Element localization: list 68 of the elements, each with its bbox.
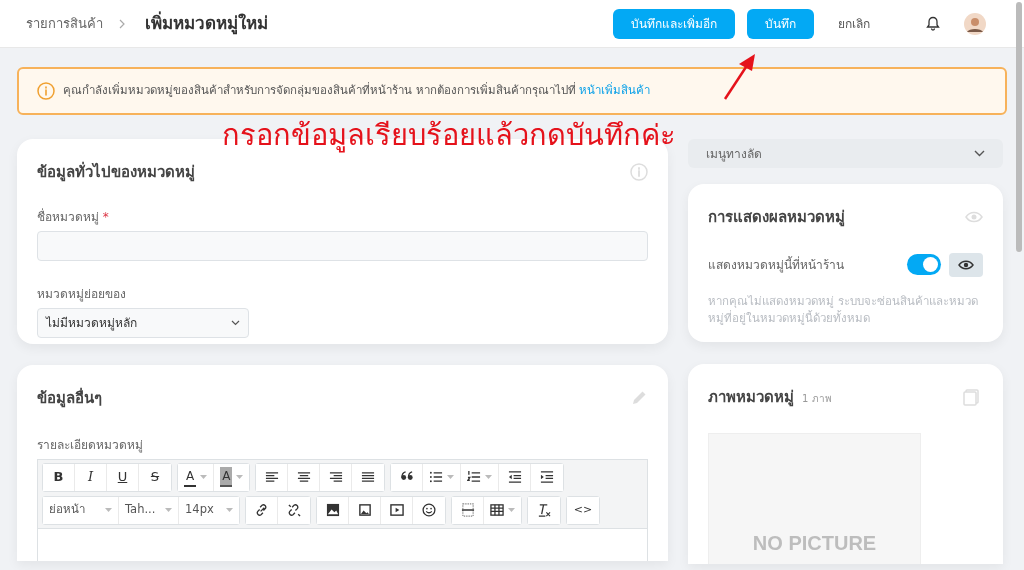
image-icon [325,503,340,517]
required-mark: * [102,209,109,224]
info-icon [630,163,648,182]
page-title: เพิ่มหมวดหมู่ใหม่ [145,10,268,37]
smiley-icon [422,503,436,517]
indent-icon [540,470,555,484]
annotation-arrow [722,52,758,102]
avatar[interactable] [964,12,986,35]
unlink-icon [287,503,301,517]
card-title: ข้อมูลทั่วไปของหมวดหมู่ [37,161,195,184]
bullet-list-icon [429,470,444,484]
clear-format-button[interactable] [528,496,560,524]
image-icon [357,503,372,517]
caret-icon [165,508,172,512]
link-button[interactable] [246,496,278,524]
align-justify-icon [361,470,376,484]
chevron-icon [119,18,125,29]
image-count: 1 ภาพ [802,392,832,406]
hr-button[interactable] [452,496,484,524]
field-label: หมวดหมู่ย่อยของ [37,285,127,303]
scrollbar[interactable] [1016,2,1022,252]
code-view-button[interactable]: <> [567,496,599,524]
video-icon [389,503,404,517]
eye-icon [965,211,983,224]
info-icon [37,82,55,100]
category-name-field[interactable] [37,230,648,261]
chevron-icon [231,319,240,326]
align-center-icon [296,470,311,484]
display-toggle[interactable] [907,254,941,275]
card-title: การแสดงผลหมวดหมู่ [708,207,845,229]
outdent-icon [507,470,522,484]
image-button[interactable] [317,496,349,524]
parent-category-select[interactable]: ไม่มีหมวดหมู่หลัก [37,307,249,338]
caret-icon [226,508,233,512]
caret-icon [200,475,208,479]
field-label: ชื่อหมวดหมู่ [37,209,99,224]
format-button[interactable]: B [43,463,75,491]
shortcut-menu[interactable]: เมนูทางลัด [688,139,1003,168]
breadcrumb-link[interactable]: รายการสินค้า [26,13,103,34]
notice-text: คุณกำลังเพิ่มหมวดหมู่ของสินค้าสำหรับการจัดกลุ่มของสินค้าที่หน้าร้าน หากต้องการเพิ่มสินค้ากรุณาไปที่ หน้าเพิ่มสินค้า [63,82,651,100]
align-left-button[interactable] [256,463,289,491]
caret-icon [485,475,493,479]
preview-button[interactable] [949,252,983,277]
link-icon [254,503,269,517]
eye-icon [958,259,974,270]
chevron-icon [974,150,985,157]
clear-format-icon [537,503,551,517]
card-title: ภาพหมวดหมู่ [708,387,794,409]
caret-icon [508,508,515,512]
toolbar-dropdown[interactable]: ย่อหน้า [43,496,119,524]
hint-text: หากคุณไม่แสดงหมวดหมู่ ระบบจะซ่อนสินค้าและหมวดหมู่ที่อยู่ในหมวดหมู่นี้ด้วยทั้งหมด [708,292,979,327]
align-right-icon [328,470,343,484]
table-icon [490,503,504,517]
text-color-button[interactable]: A [178,463,215,491]
hr-icon [460,503,475,517]
cancel-button[interactable]: ยกเลิก [830,14,878,33]
caret-icon [105,508,112,512]
caret-icon [236,475,244,479]
toggle-label: แสดงหมวดหมู่นี้ที่หน้าร้าน [708,255,844,274]
caret-icon [447,475,455,479]
annotation-text: กรอกข้อมูลเรียบร้อยแล้วกดบันทึกค่ะ [222,117,676,155]
field-label: รายละเอียดหมวดหมู่ [37,436,144,454]
gallery-icon [963,388,979,406]
quote-button[interactable] [391,463,424,491]
align-left-icon [264,470,279,484]
card-title: ข้อมูลอื่นๆ [37,387,102,410]
bell-icon[interactable] [926,16,940,31]
numbered-list-icon [467,470,482,484]
